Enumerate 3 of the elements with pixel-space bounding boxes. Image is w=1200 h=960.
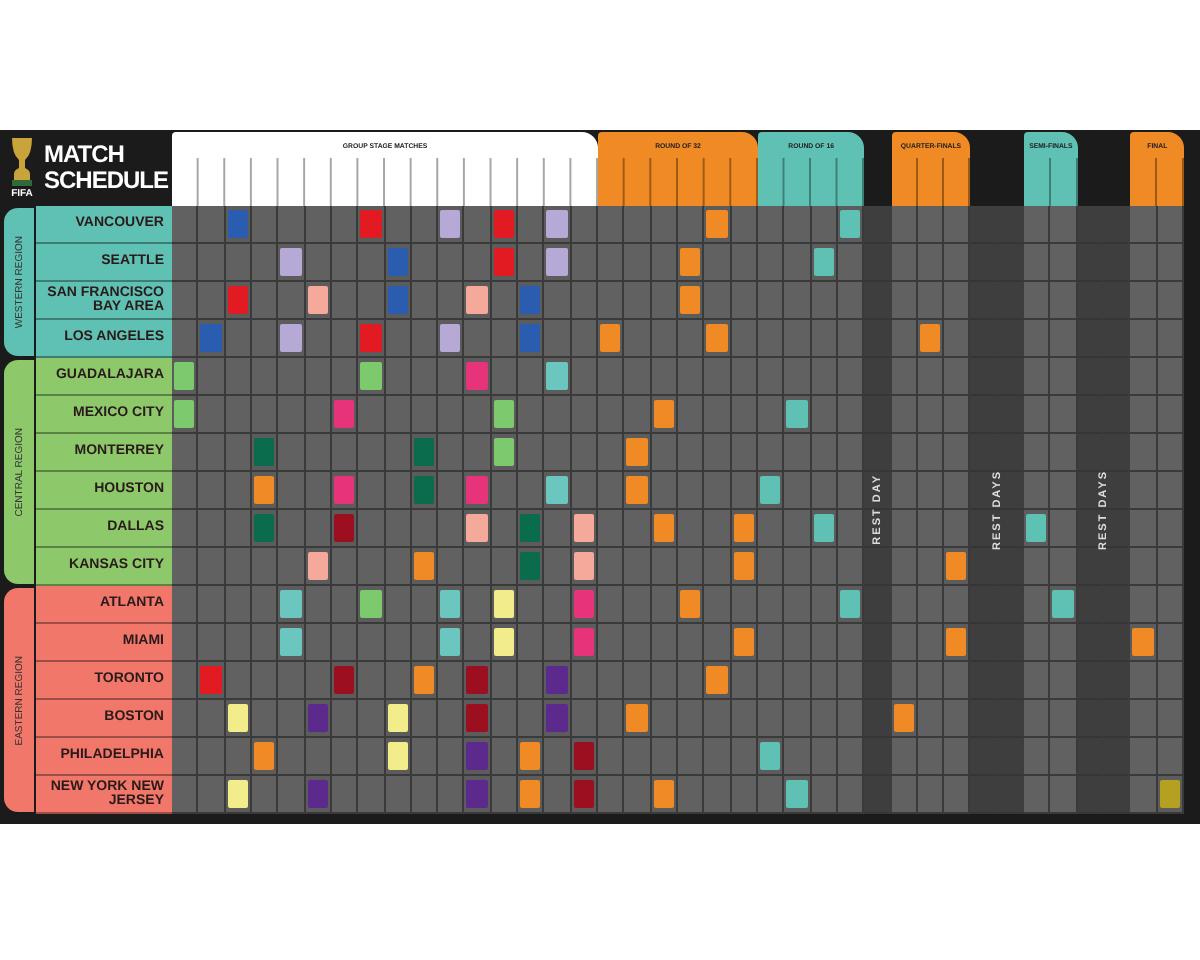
trophy-icon [6, 136, 38, 188]
schedule-title: MATCH [44, 142, 126, 168]
schedule-title: SCHEDULE [44, 168, 169, 194]
